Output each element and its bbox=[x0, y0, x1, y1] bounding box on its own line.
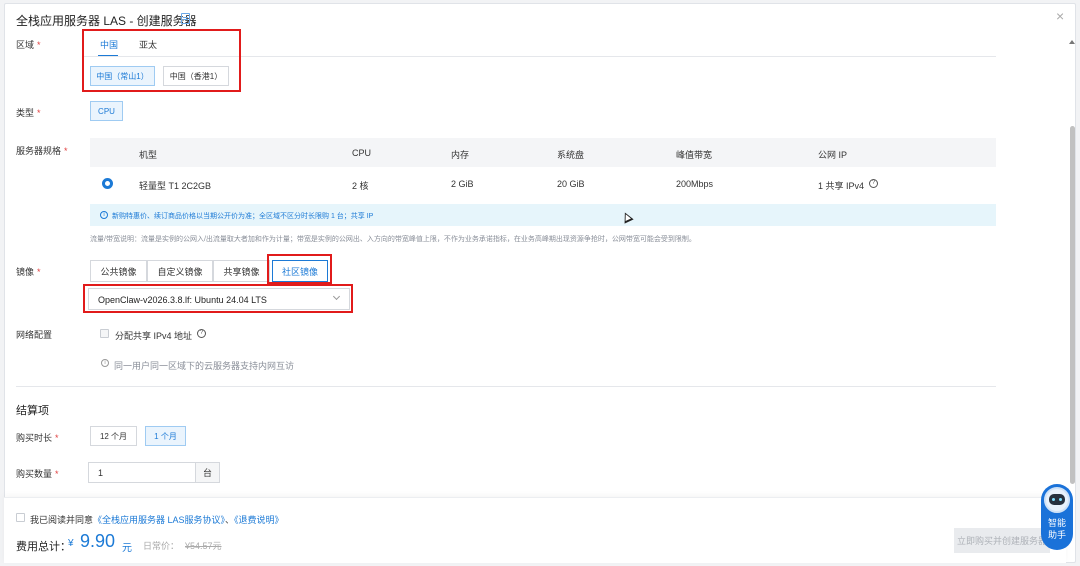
cell-memory: 2 GiB bbox=[451, 179, 474, 189]
document-icon[interactable] bbox=[181, 13, 190, 24]
tab-public-image[interactable]: 公共镜像 bbox=[90, 260, 147, 282]
duration-option-12-months[interactable]: 12 个月 bbox=[90, 426, 137, 446]
annotation-box-community-tab bbox=[267, 254, 332, 284]
shared-ipv4-label: 分配共享 IPv4 地址 bbox=[115, 331, 193, 341]
network-hint: 同一用户同一区域下的云服务器支持内网互访 bbox=[114, 361, 295, 371]
col-cpu: CPU bbox=[352, 148, 372, 158]
original-price-label: 日常价： bbox=[143, 541, 180, 551]
network-label: 网络配置 bbox=[16, 330, 53, 340]
robot-eye-right bbox=[1059, 498, 1062, 501]
help-icon[interactable]: ? bbox=[869, 179, 878, 188]
cell-cpu: 2 核 bbox=[352, 181, 369, 191]
agree-checkbox[interactable] bbox=[16, 513, 25, 522]
spec-label: 服务器规格 * bbox=[16, 146, 68, 156]
shared-ipv4-checkbox[interactable] bbox=[100, 329, 109, 338]
help-icon[interactable]: ? bbox=[197, 329, 206, 338]
spec-table-header bbox=[90, 138, 996, 167]
billing-section-title: 结算项 bbox=[16, 405, 49, 417]
annotation-box-image-select bbox=[83, 284, 353, 313]
close-icon[interactable]: × bbox=[1056, 8, 1064, 24]
scroll-up-arrow[interactable] bbox=[1069, 40, 1075, 44]
total-unit: 元 bbox=[122, 543, 132, 554]
agreement-text: 我已阅读并同意《全栈应用服务器 LAS服务协议》、《退费说明》 bbox=[30, 513, 284, 526]
tab-shared-image[interactable]: 共享镜像 bbox=[213, 260, 270, 282]
col-public-ip: 公网 IP bbox=[818, 150, 848, 160]
cell-bandwidth: 200Mbps bbox=[676, 179, 714, 189]
duration-option-1-month[interactable]: 1 个月 bbox=[145, 426, 186, 446]
quantity-value: 1 bbox=[98, 468, 104, 478]
agree-prefix: 我已阅读并同意 bbox=[30, 515, 94, 525]
cell-public-ip: 1 共享 IPv4 bbox=[818, 181, 865, 191]
image-label: 镜像 * bbox=[16, 267, 41, 277]
robot-eye-left bbox=[1052, 498, 1055, 501]
service-agreement-link[interactable]: 《全栈应用服务器 LAS服务协议》 bbox=[93, 515, 225, 525]
duration-label: 购买时长 * bbox=[16, 433, 59, 443]
tab-custom-image[interactable]: 自定义镜像 bbox=[147, 260, 213, 282]
info-icon: i bbox=[100, 211, 108, 219]
assistant-label: 智能 助手 bbox=[1041, 517, 1073, 541]
quantity-input[interactable]: 1 bbox=[88, 462, 196, 483]
agree-separator: 、 bbox=[225, 515, 235, 525]
dialog-title: 全栈应用服务器 LAS - 创建服务器 bbox=[16, 14, 197, 28]
col-disk: 系统盘 bbox=[557, 150, 585, 160]
footer-bar bbox=[4, 497, 1066, 563]
type-option-cpu[interactable]: CPU bbox=[90, 101, 123, 121]
region-label: 区域 * bbox=[16, 40, 41, 50]
col-memory: 内存 bbox=[451, 150, 470, 160]
col-bandwidth: 峰值带宽 bbox=[676, 150, 713, 160]
assistant-label-line2: 助手 bbox=[1047, 530, 1066, 540]
info-icon: i bbox=[101, 359, 109, 367]
total-label: 费用总计： bbox=[16, 541, 71, 553]
spec-info-text: 新购特惠价、续订商品价格以当期公开价为准；全区域不区分时长限购 1 台；共享 I… bbox=[112, 213, 374, 220]
col-model: 机型 bbox=[139, 150, 158, 160]
total-currency: ¥ bbox=[68, 538, 74, 549]
type-label: 类型 * bbox=[16, 108, 41, 118]
buy-and-create-button[interactable]: 立即购买并创建服务器 bbox=[954, 528, 1050, 553]
quantity-unit: 台 bbox=[196, 462, 220, 483]
cell-model: 轻量型 T1 2C2GB bbox=[139, 181, 212, 191]
spec-row-radio[interactable] bbox=[102, 178, 113, 189]
bandwidth-note: 流量/带宽说明：流量是实例的公网入/出流量取大者加和作为计量；带宽是实例的公网出… bbox=[90, 236, 696, 243]
total-price: 9.90 bbox=[80, 531, 116, 551]
cell-disk: 20 GiB bbox=[557, 179, 585, 189]
section-divider bbox=[16, 386, 996, 387]
annotation-box-region bbox=[82, 29, 241, 92]
refund-policy-link[interactable]: 《退费说明》 bbox=[234, 515, 284, 525]
scrollbar-thumb[interactable] bbox=[1070, 126, 1075, 484]
quantity-label: 购买数量 * bbox=[16, 469, 59, 479]
assistant-label-line1: 智能 bbox=[1047, 518, 1066, 528]
original-price: ¥54.57元 bbox=[185, 541, 222, 551]
